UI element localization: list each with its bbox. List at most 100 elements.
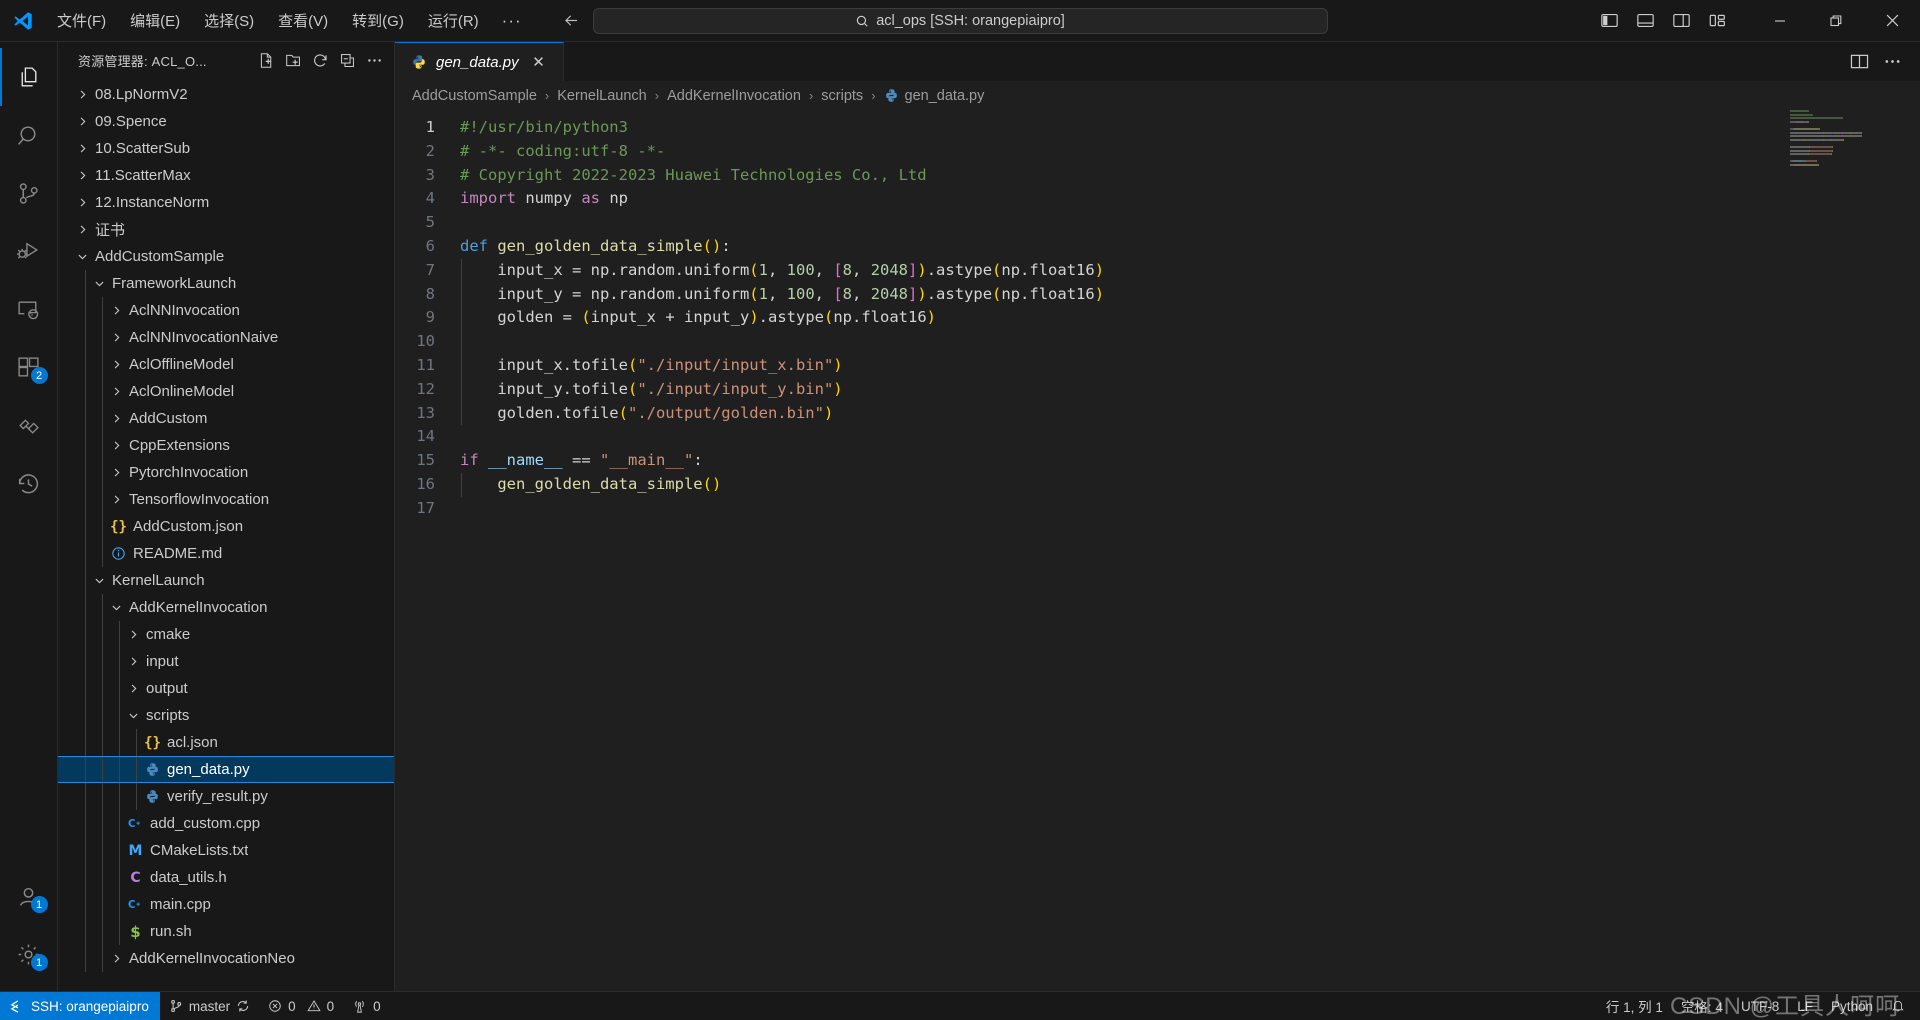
- tree-file-row[interactable]: $ run.sh: [58, 918, 394, 945]
- activity-item-run-and-debug[interactable]: [0, 222, 58, 280]
- menu-selection[interactable]: 选择(S): [193, 6, 265, 35]
- chevron-right-icon[interactable]: [74, 142, 91, 155]
- refresh-icon[interactable]: [308, 49, 332, 73]
- chevron-right-icon[interactable]: [125, 682, 142, 695]
- chevron-right-icon[interactable]: [108, 493, 125, 506]
- explorer-more-actions-icon[interactable]: [362, 49, 386, 73]
- chevron-right-icon[interactable]: [74, 88, 91, 101]
- tree-file-row[interactable]: M CMakeLists.txt: [58, 837, 394, 864]
- sync-icon[interactable]: [236, 999, 250, 1013]
- tree-folder-row[interactable]: 08.LpNormV2: [58, 81, 394, 108]
- tree-file-row[interactable]: Cadd_custom.cpp: [58, 810, 394, 837]
- tree-folder-row[interactable]: AddCustom: [58, 405, 394, 432]
- chevron-right-icon[interactable]: [108, 466, 125, 479]
- status-cursor-position[interactable]: 行 1, 列 1: [1597, 992, 1672, 1020]
- tree-folder-row[interactable]: 11.ScatterMax: [58, 162, 394, 189]
- split-editor-icon[interactable]: [1850, 53, 1869, 70]
- menu-file[interactable]: 文件(F): [46, 6, 117, 35]
- tree-file-row[interactable]: verify_result.py: [58, 783, 394, 810]
- code-editor[interactable]: 1 2 3 4 5 6 7 8 9 10 11 12 13 14 15 16 17 #!/usr/bin/pyt…: [395, 110, 1920, 991]
- menu-edit[interactable]: 编辑(E): [119, 6, 191, 35]
- tree-folder-row[interactable]: 证书: [58, 216, 394, 243]
- menu-view[interactable]: 查看(V): [267, 6, 339, 35]
- activity-item-timeline[interactable]: [0, 454, 58, 512]
- window-minimize-button[interactable]: [1752, 0, 1808, 42]
- breadcrumb[interactable]: AddCustomSample › KernelLaunch › AddKernelIn…: [395, 81, 1920, 110]
- breadcrumb-item[interactable]: gen_data.py: [881, 87, 988, 105]
- chevron-down-icon[interactable]: [108, 601, 125, 614]
- tree-folder-row[interactable]: scripts: [58, 702, 394, 729]
- breadcrumb-item[interactable]: AddKernelInvocation: [664, 87, 804, 105]
- back-arrow-icon[interactable]: [562, 11, 581, 30]
- tree-folder-row[interactable]: cmake: [58, 621, 394, 648]
- chevron-right-icon[interactable]: [108, 358, 125, 371]
- tree-folder-row[interactable]: AclNNInvocationNaive: [58, 324, 394, 351]
- activity-item-explorer[interactable]: [0, 48, 58, 106]
- customize-layout-button[interactable]: [1704, 8, 1730, 34]
- chevron-right-icon[interactable]: [74, 115, 91, 128]
- status-remote-indicator[interactable]: SSH: orangepiaipro: [0, 991, 160, 1020]
- tree-folder-row[interactable]: AddKernelInvocationNeo: [58, 945, 394, 972]
- status-eol[interactable]: LF: [1788, 992, 1822, 1020]
- status-branch[interactable]: master: [160, 992, 259, 1020]
- chevron-down-icon[interactable]: [125, 709, 142, 722]
- bell-icon[interactable]: [1882, 992, 1914, 1020]
- tree-folder-row[interactable]: AclNNInvocation: [58, 297, 394, 324]
- tree-folder-row[interactable]: FrameworkLaunch: [58, 270, 394, 297]
- tree-folder-row[interactable]: 12.InstanceNorm: [58, 189, 394, 216]
- file-tree[interactable]: 08.LpNormV2 09.Spence 10.ScatterSub 11.Scat…: [58, 79, 394, 991]
- status-problems[interactable]: 0 0: [259, 992, 343, 1020]
- tree-file-row[interactable]: {} acl.json: [58, 729, 394, 756]
- chevron-right-icon[interactable]: [125, 628, 142, 641]
- chevron-down-icon[interactable]: [91, 277, 108, 290]
- chevron-right-icon[interactable]: [108, 952, 125, 965]
- chevron-down-icon[interactable]: [74, 250, 91, 263]
- tree-file-row[interactable]: gen_data.py: [58, 756, 394, 783]
- command-center-search[interactable]: acl_ops [SSH: orangepiaipro]: [592, 7, 1328, 34]
- tree-file-row[interactable]: Cdata_utils.h: [58, 864, 394, 891]
- chevron-right-icon[interactable]: [108, 385, 125, 398]
- status-ports[interactable]: 0: [343, 992, 390, 1020]
- status-encoding[interactable]: UTF-8: [1732, 992, 1788, 1020]
- tree-folder-row[interactable]: AddCustomSample: [58, 243, 394, 270]
- menu-run[interactable]: 运行(R): [417, 6, 490, 35]
- tree-file-row[interactable]: {} AddCustom.json: [58, 513, 394, 540]
- activity-item-source-control[interactable]: [0, 164, 58, 222]
- chevron-right-icon[interactable]: [108, 331, 125, 344]
- chevron-right-icon[interactable]: [125, 655, 142, 668]
- vertical-scrollbar[interactable]: [1906, 110, 1920, 991]
- breadcrumb-item[interactable]: KernelLaunch: [554, 87, 650, 105]
- activity-item-remote-explorer[interactable]: >_: [0, 280, 58, 338]
- breadcrumb-item[interactable]: scripts: [818, 87, 866, 105]
- new-file-icon[interactable]: [254, 49, 278, 73]
- collapse-all-icon[interactable]: [335, 49, 359, 73]
- tree-folder-row[interactable]: CppExtensions: [58, 432, 394, 459]
- activity-item-manage[interactable]: 1: [0, 925, 58, 983]
- tree-folder-row[interactable]: KernelLaunch: [58, 567, 394, 594]
- activity-item-search[interactable]: [0, 106, 58, 164]
- status-language-mode[interactable]: Python: [1822, 992, 1882, 1020]
- chevron-right-icon[interactable]: [74, 223, 91, 236]
- toggle-secondary-sidebar-button[interactable]: [1668, 8, 1694, 34]
- tree-folder-row[interactable]: AclOnlineModel: [58, 378, 394, 405]
- menu-go[interactable]: 转到(G): [341, 6, 415, 35]
- tree-folder-row[interactable]: input: [58, 648, 394, 675]
- tree-folder-row[interactable]: PytorchInvocation: [58, 459, 394, 486]
- tree-folder-row[interactable]: TensorflowInvocation: [58, 486, 394, 513]
- chevron-right-icon[interactable]: [74, 169, 91, 182]
- breadcrumb-item[interactable]: AddCustomSample: [409, 87, 540, 105]
- tree-folder-row[interactable]: AclOfflineModel: [58, 351, 394, 378]
- code-content[interactable]: #!/usr/bin/python3 # -*- coding:utf-8 -*-…: [458, 110, 1920, 991]
- chevron-down-icon[interactable]: [91, 574, 108, 587]
- toggle-primary-sidebar-button[interactable]: [1596, 8, 1622, 34]
- new-folder-icon[interactable]: [281, 49, 305, 73]
- chevron-right-icon[interactable]: [74, 196, 91, 209]
- toggle-panel-button[interactable]: [1632, 8, 1658, 34]
- tree-file-row[interactable]: Cmain.cpp: [58, 891, 394, 918]
- status-indentation[interactable]: 空格: 4: [1672, 992, 1732, 1020]
- menu-more-button[interactable]: ···: [492, 7, 532, 35]
- chevron-right-icon[interactable]: [108, 439, 125, 452]
- tab-gen-data-py[interactable]: gen_data.py ✕: [395, 42, 564, 81]
- activity-item-testing[interactable]: [0, 396, 58, 454]
- tree-folder-row[interactable]: 09.Spence: [58, 108, 394, 135]
